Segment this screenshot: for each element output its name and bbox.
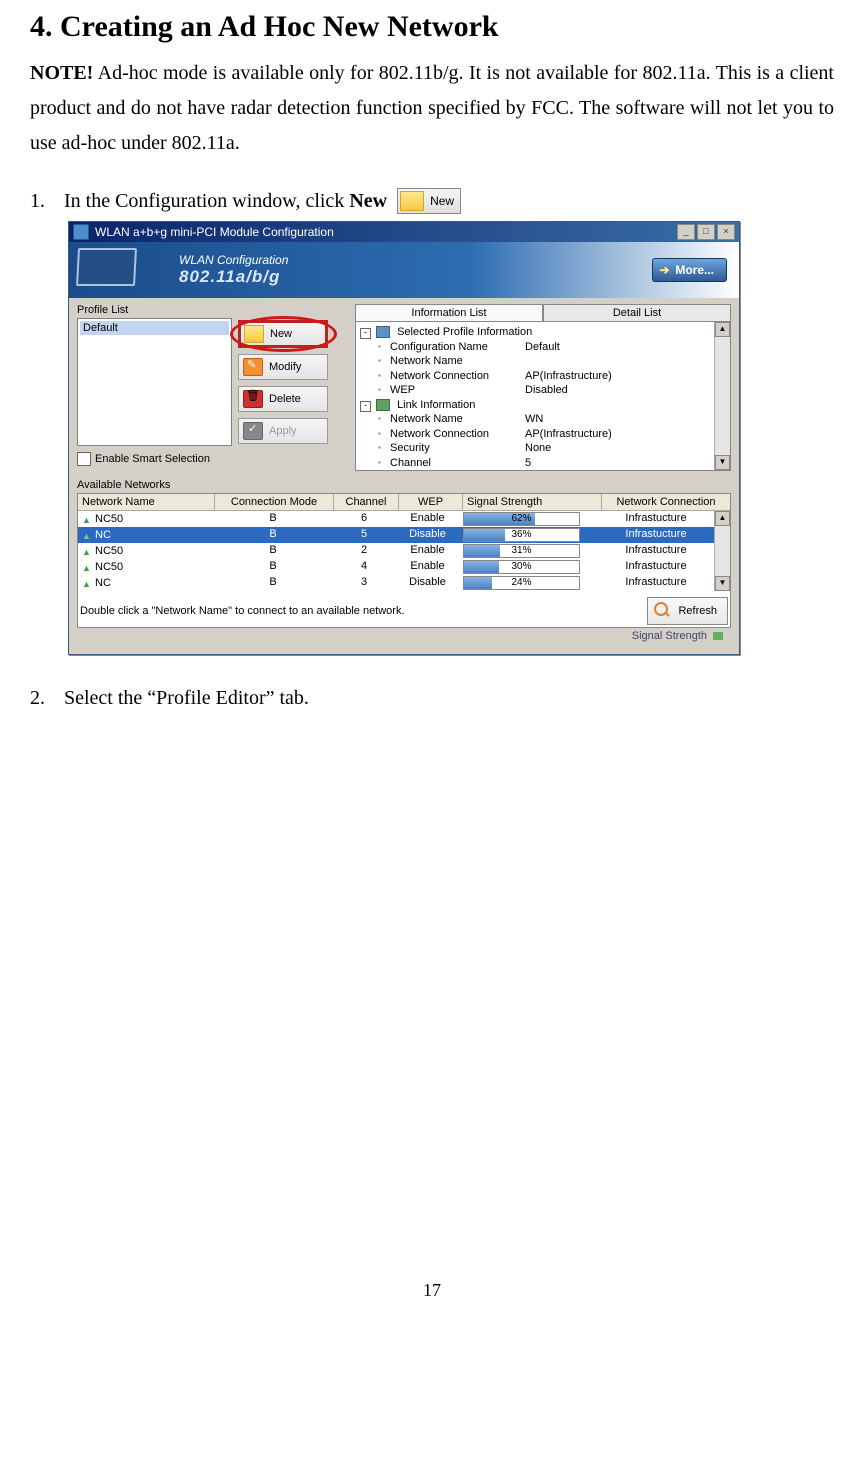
apply-button: Apply xyxy=(238,418,328,444)
inline-new-label: New xyxy=(430,192,454,210)
antenna-icon xyxy=(82,578,92,588)
profile-item-default[interactable]: Default xyxy=(80,321,229,335)
step-2-number: 2. xyxy=(30,687,54,710)
check-icon xyxy=(243,422,263,440)
tree-row: Network NameWN xyxy=(360,412,726,427)
minimize-button[interactable]: _ xyxy=(677,224,695,240)
section-heading: 4. Creating an Ad Hoc New Network xyxy=(30,10,834,44)
profile-info-icon xyxy=(376,326,390,338)
link-info-icon xyxy=(376,399,390,411)
tree-link-header[interactable]: - Link Information xyxy=(360,398,726,413)
network-list-hint: Double click a "Network Name" to connect… xyxy=(80,605,405,617)
delete-button[interactable]: Delete xyxy=(238,386,328,412)
signal-strength-footer: Signal Strength xyxy=(77,628,731,646)
laptop-graphic xyxy=(77,248,167,292)
col-network-name[interactable]: Network Name xyxy=(78,494,215,510)
tree-row: Network ConnectionAP(Infrastructure) xyxy=(360,369,726,384)
antenna-icon xyxy=(82,546,92,556)
trash-icon xyxy=(243,390,263,408)
titlebar: WLAN a+b+g mini-PCI Module Configuration… xyxy=(69,222,739,242)
table-row[interactable]: NC50 B 2 Enable 31% Infrastucture xyxy=(78,543,715,559)
step-1-text: In the Configuration window, click xyxy=(64,190,349,212)
profile-list-label: Profile List xyxy=(77,304,347,316)
banner: WLAN Configuration 802.11a/b/g More... xyxy=(69,242,739,298)
app-icon xyxy=(73,224,89,240)
new-button-label: New xyxy=(270,328,292,340)
magnifier-icon xyxy=(654,602,672,620)
profile-panel: Profile List Default New Modify xyxy=(77,304,347,471)
info-panel: Information List Detail List ▲ ▼ - Selec… xyxy=(355,304,731,471)
maximize-button[interactable]: □ xyxy=(697,224,715,240)
col-channel[interactable]: Channel xyxy=(334,494,399,510)
network-list-header: Network Name Connection Mode Channel WEP… xyxy=(78,494,730,511)
step-2-text: Select the “Profile Editor” tab. xyxy=(64,687,309,710)
col-signal-strength[interactable]: Signal Strength xyxy=(463,494,602,510)
note-label: NOTE! xyxy=(30,62,93,84)
available-networks-label: Available Networks xyxy=(77,479,731,491)
note-paragraph: NOTE! Ad-hoc mode is available only for … xyxy=(30,56,834,161)
table-row[interactable]: NC50 B 4 Enable 30% Infrastucture xyxy=(78,559,715,575)
new-button[interactable]: New xyxy=(238,320,328,348)
table-row[interactable]: NC B 5 Disable 36% Infrastucture xyxy=(78,527,715,543)
apply-button-label: Apply xyxy=(269,425,297,437)
page-number: 17 xyxy=(30,1280,834,1301)
config-window: WLAN a+b+g mini-PCI Module Configuration… xyxy=(68,221,740,655)
window-title: WLAN a+b+g mini-PCI Module Configuration xyxy=(95,225,677,239)
scroll-up-icon[interactable]: ▲ xyxy=(715,511,730,526)
network-list: Network Name Connection Mode Channel WEP… xyxy=(77,493,731,628)
new-icon xyxy=(244,325,264,343)
inline-new-button-sample: New xyxy=(397,188,461,214)
edit-icon xyxy=(243,358,263,376)
scroll-down-icon[interactable]: ▼ xyxy=(715,455,730,470)
col-network-connection[interactable]: Network Connection xyxy=(602,494,730,510)
refresh-button[interactable]: Refresh xyxy=(647,597,728,625)
info-tree: ▲ ▼ - Selected Profile Information Confi… xyxy=(355,322,731,471)
tree-profile-header[interactable]: - Selected Profile Information xyxy=(360,325,726,340)
tab-information-list[interactable]: Information List xyxy=(355,304,543,321)
tree-row: Configuration NameDefault xyxy=(360,340,726,355)
enable-smart-label: Enable Smart Selection xyxy=(95,453,210,465)
checkbox-icon[interactable] xyxy=(77,452,91,466)
scroll-down-icon[interactable]: ▼ xyxy=(715,576,730,591)
tab-detail-list[interactable]: Detail List xyxy=(543,304,731,321)
step-1-bold: New xyxy=(349,190,387,212)
profile-list[interactable]: Default xyxy=(77,318,232,446)
col-connection-mode[interactable]: Connection Mode xyxy=(215,494,334,510)
more-button[interactable]: More... xyxy=(652,258,727,282)
table-row[interactable]: NC B 3 Disable 24% Infrastucture xyxy=(78,575,715,591)
scrollbar[interactable]: ▲ ▼ xyxy=(714,511,730,591)
enable-smart-selection[interactable]: Enable Smart Selection xyxy=(77,452,347,466)
delete-button-label: Delete xyxy=(269,393,301,405)
scrollbar[interactable]: ▲ ▼ xyxy=(714,322,730,470)
step-1-number: 1. xyxy=(30,186,54,216)
tree-row: Transmission Rate1 Mbps xyxy=(360,470,726,471)
tree-row: Network Name xyxy=(360,354,726,369)
tree-row: WEPDisabled xyxy=(360,383,726,398)
collapse-icon[interactable]: - xyxy=(360,328,371,339)
refresh-label: Refresh xyxy=(678,605,717,617)
tree-row: Channel5 xyxy=(360,456,726,471)
col-wep[interactable]: WEP xyxy=(399,494,463,510)
note-body: Ad-hoc mode is available only for 802.11… xyxy=(30,62,834,154)
tree-row: SecurityNone xyxy=(360,441,726,456)
tree-row: Network ConnectionAP(Infrastructure) xyxy=(360,427,726,442)
signal-indicator-icon xyxy=(713,632,723,640)
antenna-icon xyxy=(82,514,92,524)
collapse-icon[interactable]: - xyxy=(360,401,371,412)
step-1: 1. In the Configuration window, click Ne… xyxy=(30,186,834,216)
antenna-icon xyxy=(82,530,92,540)
table-row[interactable]: NC50 B 6 Enable 62% Infrastucture xyxy=(78,511,715,527)
new-icon xyxy=(400,191,424,211)
close-button[interactable]: × xyxy=(717,224,735,240)
antenna-icon xyxy=(82,562,92,572)
modify-button[interactable]: Modify xyxy=(238,354,328,380)
modify-button-label: Modify xyxy=(269,361,301,373)
step-2: 2. Select the “Profile Editor” tab. xyxy=(30,687,834,710)
